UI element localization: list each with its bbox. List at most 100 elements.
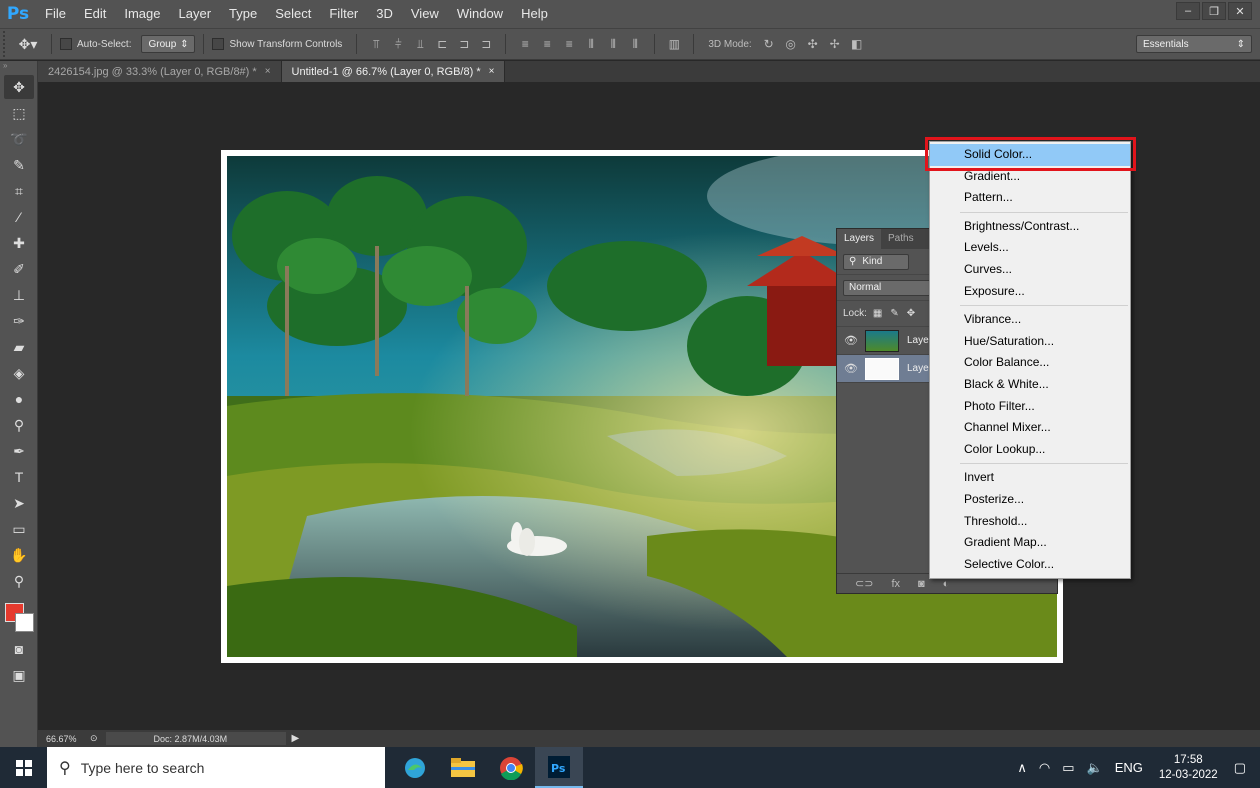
- tab-layers[interactable]: Layers: [837, 229, 882, 249]
- move-tool-icon[interactable]: ✥: [4, 75, 34, 99]
- wifi-icon[interactable]: ◠: [1039, 760, 1050, 776]
- paint-bucket-tool-icon[interactable]: ◈: [4, 361, 34, 385]
- menu-item-channel-mixer[interactable]: Channel Mixer...: [930, 417, 1130, 439]
- add-mask-icon[interactable]: ◙: [918, 578, 925, 590]
- healing-brush-tool-icon[interactable]: ✚: [4, 231, 34, 255]
- menu-file[interactable]: File: [36, 0, 75, 28]
- eraser-tool-icon[interactable]: ▰: [4, 335, 34, 359]
- menu-item-vibrance[interactable]: Vibrance...: [930, 309, 1130, 331]
- distribute-bottom-icon[interactable]: ≡: [558, 34, 580, 54]
- show-transform-checkbox[interactable]: [212, 38, 225, 50]
- menu-item-invert[interactable]: Invert: [930, 467, 1130, 489]
- menu-item-curves[interactable]: Curves...: [930, 259, 1130, 281]
- minimize-button[interactable]: –: [1176, 2, 1200, 20]
- tab-untitled-1[interactable]: Untitled-1 @ 66.7% (Layer 0, RGB/8) * ×: [281, 61, 506, 82]
- zoom-level[interactable]: 66.67%: [38, 734, 90, 744]
- menu-item-color-lookup[interactable]: Color Lookup...: [930, 439, 1130, 461]
- visibility-eye-icon[interactable]: 👁: [837, 334, 865, 347]
- notifications-icon[interactable]: ▢: [1234, 760, 1246, 776]
- menu-item-exposure[interactable]: Exposure...: [930, 281, 1130, 303]
- align-right-icon[interactable]: ⊐: [475, 34, 497, 54]
- align-hcenter-icon[interactable]: ⊐: [453, 34, 475, 54]
- lock-transparent-icon[interactable]: ▦: [873, 308, 882, 319]
- language-indicator[interactable]: ENG: [1115, 760, 1143, 775]
- blend-mode-dropdown[interactable]: Normal: [843, 279, 933, 296]
- windows-start-button[interactable]: [0, 747, 47, 788]
- status-info-icon[interactable]: ⊙: [90, 733, 98, 744]
- close-tab-icon[interactable]: ×: [265, 66, 271, 77]
- 3d-rotate-icon[interactable]: ↻: [758, 34, 780, 54]
- restore-button[interactable]: ❐: [1202, 2, 1226, 20]
- link-layers-icon[interactable]: ⊂⊃: [855, 577, 873, 590]
- brush-tool-icon[interactable]: ✐: [4, 257, 34, 281]
- screen-mode-icon[interactable]: ▣: [4, 663, 34, 687]
- menu-item-threshold[interactable]: Threshold...: [930, 511, 1130, 533]
- visibility-eye-icon[interactable]: 👁: [837, 362, 865, 375]
- rectangle-tool-icon[interactable]: ▭: [4, 517, 34, 541]
- volume-icon[interactable]: 🔈: [1087, 760, 1103, 776]
- 3d-scale-icon[interactable]: ◧: [846, 34, 868, 54]
- status-menu-arrow-icon[interactable]: ▶: [292, 733, 300, 744]
- quick-mask-icon[interactable]: ◙: [4, 637, 34, 661]
- 3d-pan-icon[interactable]: ✣: [802, 34, 824, 54]
- file-explorer-icon[interactable]: [439, 747, 487, 788]
- pen-tool-icon[interactable]: ✒: [4, 439, 34, 463]
- auto-select-checkbox[interactable]: [60, 38, 72, 50]
- auto-select-dropdown[interactable]: Group ⇕: [141, 35, 196, 53]
- eyedropper-tool-icon[interactable]: ⁄: [4, 205, 34, 229]
- menu-item-gradient-map[interactable]: Gradient Map...: [930, 532, 1130, 554]
- menu-item-color-balance[interactable]: Color Balance...: [930, 352, 1130, 374]
- distribute-left-icon[interactable]: ⦀: [580, 34, 602, 54]
- crop-tool-icon[interactable]: ⌗: [4, 179, 34, 203]
- menu-item-posterize[interactable]: Posterize...: [930, 489, 1130, 511]
- workspace-dropdown[interactable]: Essentials ⇕: [1136, 35, 1252, 53]
- distribute-vcenter-icon[interactable]: ≡: [536, 34, 558, 54]
- layer-style-fx-icon[interactable]: fx: [891, 578, 900, 590]
- lasso-tool-icon[interactable]: ➰: [4, 127, 34, 151]
- photoshop-app-icon[interactable]: Ps: [535, 747, 583, 788]
- menu-edit[interactable]: Edit: [75, 0, 115, 28]
- options-grip[interactable]: [3, 31, 13, 57]
- path-selection-tool-icon[interactable]: ➤: [4, 491, 34, 515]
- distribute-right-icon[interactable]: ⦀: [624, 34, 646, 54]
- align-top-icon[interactable]: ⫪: [365, 34, 387, 54]
- type-tool-icon[interactable]: T: [4, 465, 34, 489]
- chrome-app-icon[interactable]: [487, 747, 535, 788]
- auto-align-icon[interactable]: ▥: [663, 34, 685, 54]
- 3d-slide-icon[interactable]: ✢: [824, 34, 846, 54]
- taskbar-clock[interactable]: 17:58 12-03-2022: [1159, 753, 1218, 783]
- background-color-swatch[interactable]: [15, 613, 34, 632]
- battery-icon[interactable]: ▭: [1062, 760, 1074, 776]
- menu-item-photo-filter[interactable]: Photo Filter...: [930, 396, 1130, 418]
- move-tool-preset-icon[interactable]: ✥▾: [13, 36, 43, 53]
- menu-item-selective-color[interactable]: Selective Color...: [930, 554, 1130, 576]
- menu-window[interactable]: Window: [448, 0, 512, 28]
- distribute-top-icon[interactable]: ≡: [514, 34, 536, 54]
- menu-type[interactable]: Type: [220, 0, 266, 28]
- toolbox-collapse-icon[interactable]: »: [0, 61, 37, 73]
- hand-tool-icon[interactable]: ✋: [4, 543, 34, 567]
- menu-item-black-white[interactable]: Black & White...: [930, 374, 1130, 396]
- menu-item-levels[interactable]: Levels...: [930, 237, 1130, 259]
- align-left-icon[interactable]: ⊏: [431, 34, 453, 54]
- blur-tool-icon[interactable]: ●: [4, 387, 34, 411]
- menu-filter[interactable]: Filter: [320, 0, 367, 28]
- zoom-tool-icon[interactable]: ⚲: [4, 569, 34, 593]
- lock-position-icon[interactable]: ✥: [907, 308, 915, 319]
- menu-item-brightness-contrast[interactable]: Brightness/Contrast...: [930, 216, 1130, 238]
- menu-view[interactable]: View: [402, 0, 448, 28]
- menu-item-pattern[interactable]: Pattern...: [930, 187, 1130, 209]
- menu-3d[interactable]: 3D: [367, 0, 402, 28]
- distribute-hcenter-icon[interactable]: ⦀: [602, 34, 624, 54]
- close-button[interactable]: ✕: [1228, 2, 1252, 20]
- menu-layer[interactable]: Layer: [170, 0, 221, 28]
- align-bottom-icon[interactable]: ⫫: [409, 34, 431, 54]
- tab-2426154[interactable]: 2426154.jpg @ 33.3% (Layer 0, RGB/8#) * …: [38, 61, 282, 82]
- edge-app-icon[interactable]: [391, 747, 439, 788]
- layer-filter-kind[interactable]: ⚲ Kind: [843, 253, 909, 270]
- taskbar-search-box[interactable]: ⚲ Type here to search: [47, 747, 385, 788]
- 3d-roll-icon[interactable]: ◎: [780, 34, 802, 54]
- close-tab-icon[interactable]: ×: [489, 66, 495, 77]
- menu-select[interactable]: Select: [266, 0, 320, 28]
- new-adjustment-layer-icon[interactable]: ◐: [943, 578, 950, 590]
